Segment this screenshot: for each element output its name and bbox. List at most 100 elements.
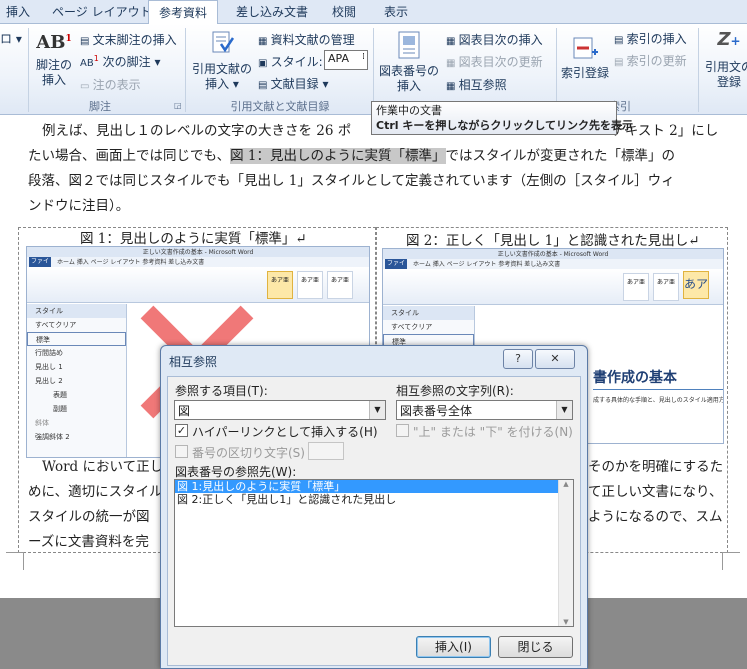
fig1-pane-item: 見出し 2 xyxy=(35,377,63,385)
style-dropdown-icon: ⁞ xyxy=(362,52,365,62)
insert-reference-to-select[interactable]: 図表番号全体 ▼ xyxy=(396,400,573,420)
dialog-title: 相互参照 xyxy=(169,355,218,369)
show-notes-icon: ▭ xyxy=(80,81,93,92)
insert-index-button[interactable]: ▤ 索引の挿入 xyxy=(614,30,687,47)
doc-para2-line-4-left: ーズに文書資料を完 xyxy=(28,534,149,550)
insert-citation-button[interactable]: 引用文献の 挿入 ▾ xyxy=(188,30,256,92)
insert-caption-label-1: 図表番号の xyxy=(378,64,439,78)
mark-entry-label: 索引登録 xyxy=(560,66,609,80)
mark-citation-label-2: 登録 xyxy=(716,75,741,89)
chevron-down-icon: ▼ xyxy=(556,401,572,419)
doc-para2-line-2-right: て正しい文書になり、 xyxy=(588,484,723,500)
manage-sources-icon: ▦ xyxy=(258,36,271,47)
style-icon: ▣ xyxy=(258,58,271,69)
dialog-client: 参照する項目(T): 図 ▼ 相互参照の文字列(R): 図表番号全体 ▼ ✓ ハ… xyxy=(167,376,581,666)
scroll-up-icon[interactable]: ▲ xyxy=(559,480,573,488)
insert-footnote-button[interactable]: AB1 脚注の 挿入 xyxy=(36,32,72,88)
fig1-style-chip: あア亜 xyxy=(297,271,323,299)
tab-view[interactable]: 表示 xyxy=(384,3,408,20)
tab-mailings[interactable]: 差し込み文書 xyxy=(236,3,308,20)
manage-sources-button[interactable]: ▦ 資料文献の管理 xyxy=(258,31,355,48)
caption-listbox[interactable]: 図 1:見出しのように実質「標準」 図 2:正しく「見出し1」と認識された見出し… xyxy=(174,479,574,627)
hyperlink-tooltip: 作業中の文書 Ctrl キーを押しながらクリックしてリンク先を表示 xyxy=(371,101,634,135)
group-separator xyxy=(373,28,374,112)
fig1-tabs: ホーム 挿入 ページ レイアウト 参考資料 差し込み文書 xyxy=(27,257,369,267)
hyperlink-label: ハイパーリンクとして挿入する(H) xyxy=(192,425,378,439)
mark-citation-label-1: 引用文の xyxy=(704,60,747,74)
doc-para2-line-3-right: ようになるので、スム xyxy=(588,509,723,525)
scroll-down-icon[interactable]: ▼ xyxy=(559,618,573,626)
hyperlink-checkbox[interactable]: ✓ xyxy=(175,424,188,437)
fig1-pane-item: 表題 xyxy=(53,391,67,399)
mark-entry-button[interactable]: 索引登録 xyxy=(560,34,610,81)
mark-entry-icon xyxy=(573,37,598,59)
tooltip-title: 作業中の文書 xyxy=(376,104,442,117)
tab-page-layout[interactable]: ページ レイアウト xyxy=(52,3,152,20)
citation-icon xyxy=(212,31,235,53)
fig2-style-chip: あア亜 xyxy=(653,273,679,301)
close-button[interactable]: 閉じる xyxy=(498,636,573,658)
fig1-pane-item: 行間詰め xyxy=(35,349,63,357)
citation-style-select[interactable]: APA ⁞ xyxy=(324,50,368,70)
for-which-caption-label: 図表番号の参照先(W): xyxy=(175,465,297,479)
group-separator xyxy=(556,28,557,112)
tab-references[interactable]: 参考資料 xyxy=(148,0,219,25)
insert-caption-button[interactable]: 図表番号の 挿入 xyxy=(378,30,440,94)
tab-insert[interactable]: 挿入 xyxy=(6,3,30,20)
fig1-style-chip: あア亜 xyxy=(327,271,353,299)
fig1-style-chip: あア亜 xyxy=(267,271,293,299)
table-of-figures-icon: ▦ xyxy=(446,36,459,47)
above-below-checkbox[interactable] xyxy=(396,424,409,437)
bibliography-button[interactable]: ▤ 文献目録 ▾ xyxy=(258,75,328,92)
fig1-pane-item: 標準 xyxy=(27,332,126,346)
listbox-scrollbar[interactable]: ▲ ▼ xyxy=(558,480,573,626)
insert-reference-to-label: 相互参照の文字列(R): xyxy=(396,384,514,398)
tab-review[interactable]: 校閲 xyxy=(332,3,356,20)
fig2-pane-item: すべてクリア xyxy=(391,323,433,331)
fig2-tabs: ホーム 挿入 ページ レイアウト 参考資料 差し込み文書 xyxy=(383,259,723,269)
cross-reference-dialog: 相互参照 ? ✕ 参照する項目(T): 図 ▼ 相互参照の文字列(R): 図表番… xyxy=(160,345,588,669)
update-index-button[interactable]: ▤ 索引の更新 xyxy=(614,52,687,69)
caption-list-item[interactable]: 図 1:見出しのように実質「標準」 xyxy=(175,480,573,493)
style-label: ▣ スタイル: xyxy=(258,55,323,69)
footnote-launcher-icon[interactable]: ◲ xyxy=(174,101,182,110)
group-separator xyxy=(185,28,186,112)
mark-citation-button[interactable]: Z+ 引用文の 登録 xyxy=(702,31,747,90)
ribbon-cut-label[interactable]: ロ ▾ xyxy=(0,30,22,47)
insert-citation-label-2: 挿入 ▾ xyxy=(205,77,239,91)
fig1-file-tab: ファイル xyxy=(29,257,51,275)
update-table-button[interactable]: ▦ 図表目次の更新 xyxy=(446,53,543,70)
update-index-icon: ▤ xyxy=(614,57,627,68)
insert-endnote-button[interactable]: ▤ 文末脚注の挿入 xyxy=(80,31,177,48)
doc-para2-line-2-left: めに、適切にスタイル xyxy=(28,484,163,500)
selected-caption-reference[interactable]: 図 1：見出しのように実質「標準」 xyxy=(230,148,446,164)
update-table-icon: ▦ xyxy=(446,58,459,69)
insert-button[interactable]: 挿入(I) xyxy=(416,636,491,658)
citations-group-label: 引用文献と文献目録 xyxy=(230,100,330,113)
separator-input[interactable] xyxy=(308,442,344,460)
help-button[interactable]: ? xyxy=(503,349,533,369)
cross-reference-icon: ▦ xyxy=(446,81,459,92)
fig2-heading-text: 書作成の基本 xyxy=(593,370,677,386)
fig1-pane-item: すべてクリア xyxy=(35,321,77,329)
next-footnote-button[interactable]: AB1 次の脚注 ▾ xyxy=(80,53,160,70)
footnote-group-label: 脚注 xyxy=(89,100,111,113)
close-icon[interactable]: ✕ xyxy=(535,349,575,369)
bibliography-icon: ▤ xyxy=(258,80,271,91)
fig2-style-chip-heading: あア xyxy=(683,271,709,299)
insert-caption-label-2: 挿入 xyxy=(396,79,421,93)
fig1-pane-item: 斜体 xyxy=(35,419,49,427)
above-below-label: "上" または "下" を付ける(N) xyxy=(413,425,573,439)
fig2-pane-title: スタイル xyxy=(383,306,474,320)
doc-para2-line-1-right: そのかを明確にするた xyxy=(588,459,724,475)
insert-table-of-figures-button[interactable]: ▦ 図表目次の挿入 xyxy=(446,31,543,48)
tooltip-hint: Ctrl キーを押しながらクリックしてリンク先を表示 xyxy=(376,119,634,132)
show-notes-button[interactable]: ▭ 注の表示 xyxy=(80,76,141,93)
doc-line-4: ンドウに注目）。 xyxy=(28,198,130,214)
reference-type-select[interactable]: 図 ▼ xyxy=(174,400,386,420)
fig2-heading-rule xyxy=(593,389,723,390)
fig1-styles-pane: スタイル すべてクリア 標準 行間詰め 見出し 1 見出し 2 表題 副題 斜体… xyxy=(27,304,127,457)
cross-reference-button[interactable]: ▦ 相互参照 xyxy=(446,76,507,93)
separator-checkbox[interactable] xyxy=(175,445,188,458)
caption-list-item[interactable]: 図 2:正しく「見出し1」と認識された見出し xyxy=(175,493,573,506)
